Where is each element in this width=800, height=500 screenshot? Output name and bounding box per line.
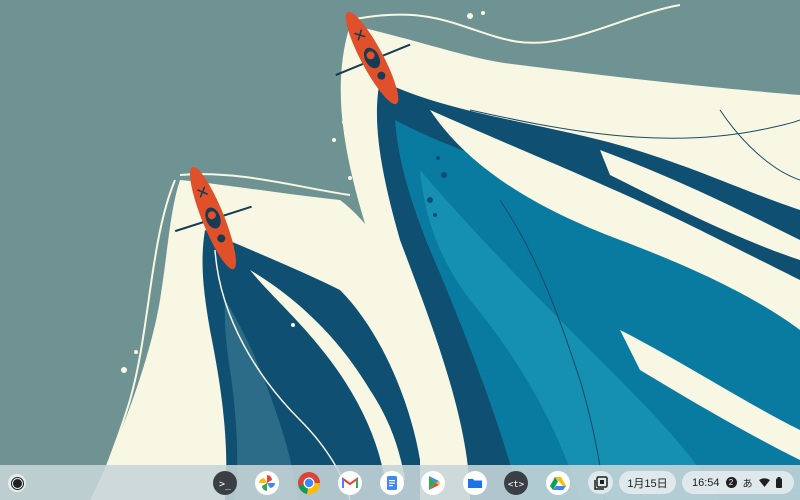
battery-icon bbox=[775, 477, 782, 488]
wallpaper bbox=[0, 0, 800, 500]
date-button[interactable]: 1月15日 bbox=[619, 471, 676, 494]
google-drive-icon[interactable] bbox=[545, 470, 571, 496]
gmail-icon[interactable] bbox=[337, 470, 363, 496]
terminal-glyph: >_ bbox=[219, 479, 232, 490]
shelf: >_ <t> 1月15日 16:54 2 あ bbox=[0, 465, 800, 500]
notification-count-badge: 2 bbox=[725, 477, 737, 488]
wifi-icon bbox=[758, 478, 770, 487]
google-photos-icon[interactable] bbox=[254, 470, 280, 496]
files-icon[interactable] bbox=[462, 470, 488, 496]
date-text: 1月15日 bbox=[627, 477, 668, 490]
google-docs-icon[interactable] bbox=[379, 470, 405, 496]
clock-time: 16:54 bbox=[692, 476, 720, 489]
holding-space-icon[interactable] bbox=[588, 471, 613, 494]
launcher-circle-icon[interactable] bbox=[8, 474, 26, 492]
terminal-icon[interactable]: >_ bbox=[212, 470, 238, 496]
ime-indicator: あ bbox=[742, 479, 753, 490]
status-area[interactable]: 16:54 2 あ bbox=[682, 471, 794, 494]
chrome-icon[interactable] bbox=[296, 470, 322, 496]
text-editor-icon[interactable]: <t> bbox=[503, 470, 529, 496]
text-editor-glyph: <t> bbox=[508, 480, 525, 490]
play-store-icon[interactable] bbox=[420, 470, 446, 496]
